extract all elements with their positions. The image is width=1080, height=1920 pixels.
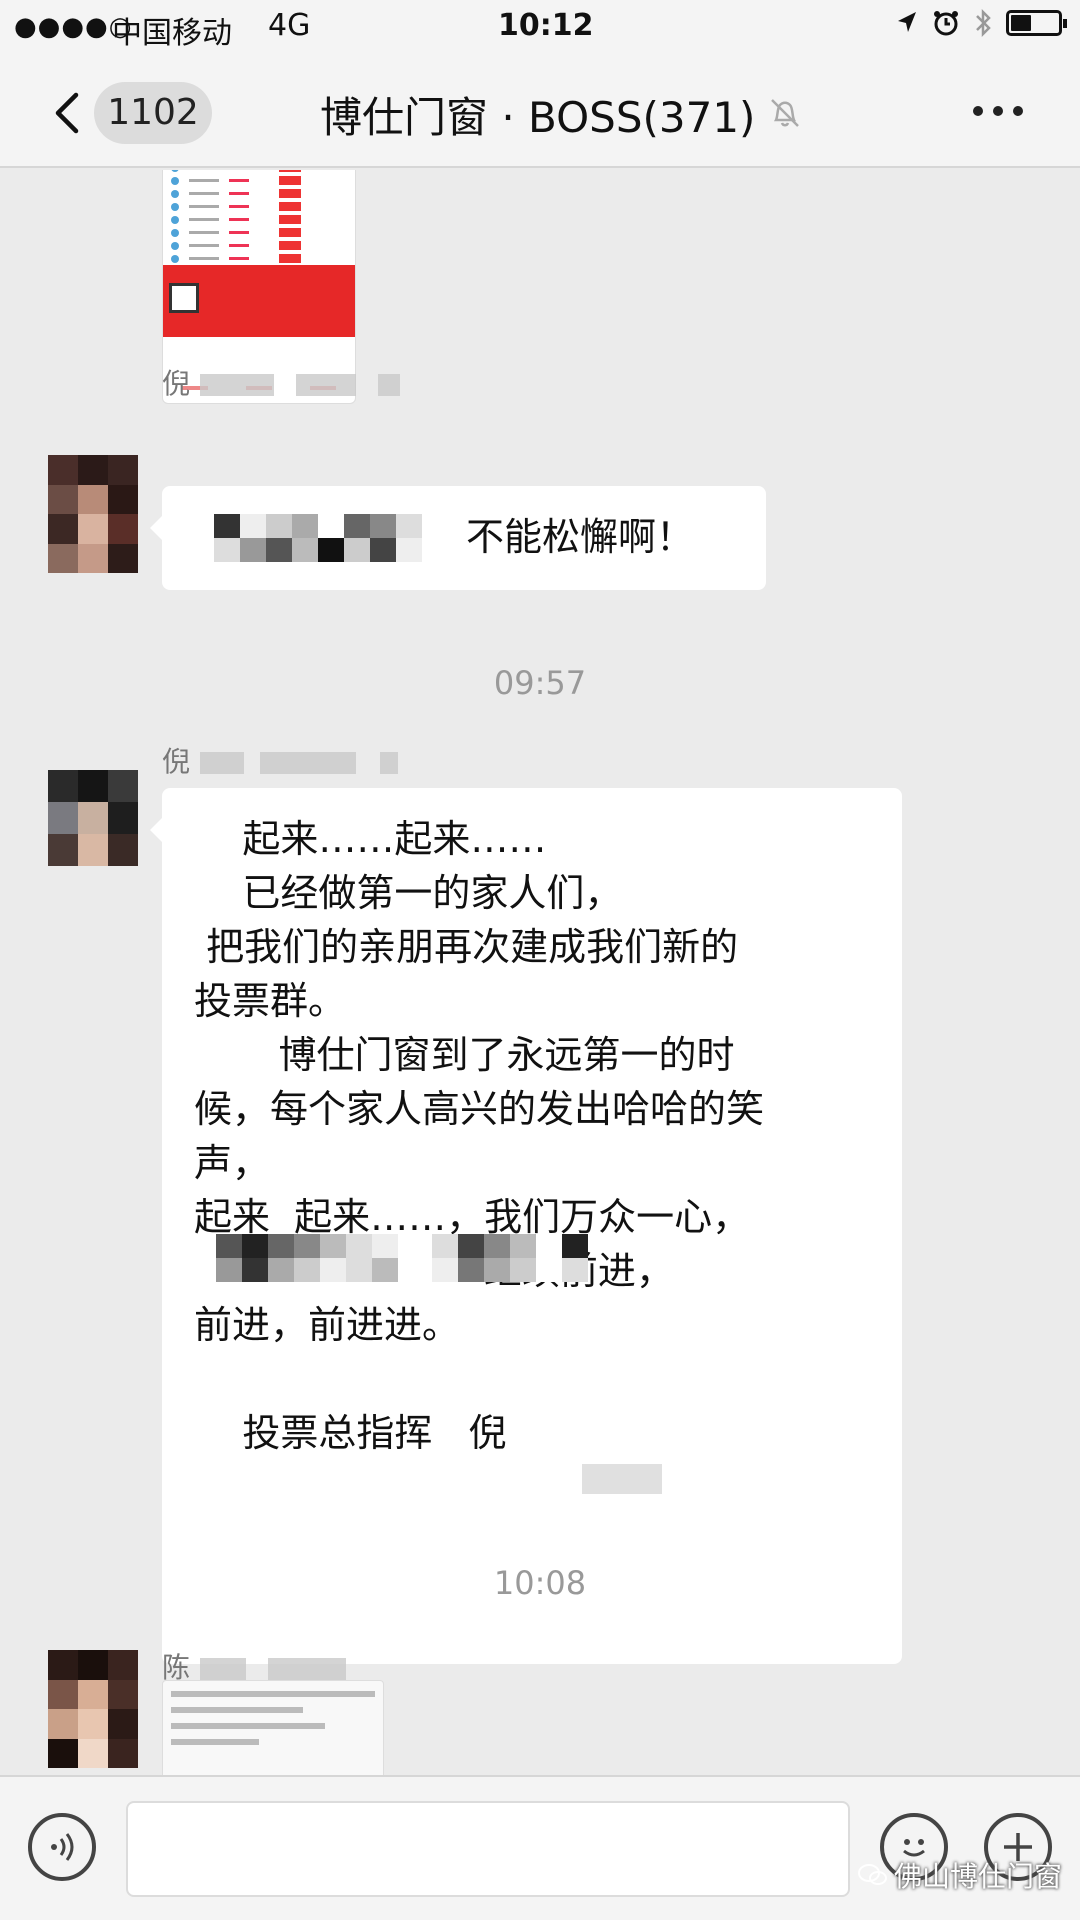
message-text: 不能松懈啊！ bbox=[466, 515, 695, 559]
watermark-text: 佛山博仕门窗 bbox=[893, 1860, 1062, 1893]
image-content bbox=[163, 170, 355, 265]
voice-icon bbox=[51, 1833, 74, 1861]
message-line: 投票总指挥 倪 bbox=[194, 1411, 507, 1455]
message-timestamp: 09:57 bbox=[493, 664, 587, 702]
message-timestamp: 10:08 bbox=[493, 1564, 587, 1602]
sender-avatar[interactable] bbox=[48, 770, 138, 866]
message-bubble[interactable]: 起来……起来…… 已经做第一的家人们， 把我们的亲朋再次建成我们新的 投票群。 … bbox=[150, 788, 902, 1664]
message-list[interactable]: 倪 不能松懈啊！ 09:57 倪 起来……起来…… 已经做第一的家人们， 把我们… bbox=[0, 170, 1080, 1775]
message-input[interactable] bbox=[126, 1801, 850, 1897]
redacted-text bbox=[432, 1234, 588, 1282]
message-line: 声， bbox=[194, 1141, 271, 1185]
back-chevron-icon[interactable] bbox=[52, 92, 82, 134]
watermark: 佛山博仕门窗 bbox=[857, 1855, 1062, 1895]
input-bar: 佛山博仕门窗 bbox=[0, 1775, 1080, 1920]
sender-avatar[interactable] bbox=[48, 1650, 138, 1768]
qr-code-icon bbox=[169, 283, 199, 313]
carrier-name: 中国移动 bbox=[112, 16, 232, 51]
alarm-icon bbox=[934, 11, 958, 36]
message-line: 投票群。 bbox=[194, 979, 347, 1023]
unread-count-badge[interactable]: 1102 bbox=[94, 82, 212, 144]
redacted-text bbox=[214, 514, 422, 562]
chat-header: 1102 博仕门窗 · BOSS(371) bbox=[0, 56, 1080, 168]
message-line: 起来……起来…… bbox=[194, 817, 547, 861]
image-red-banner bbox=[163, 265, 355, 337]
message-line: 博仕门窗到了永远第一的时 bbox=[194, 1033, 735, 1077]
location-icon bbox=[898, 12, 916, 32]
mute-bell-icon bbox=[771, 99, 799, 127]
sender-name: 倪 bbox=[162, 740, 399, 780]
voice-input-button[interactable] bbox=[28, 1813, 96, 1881]
message-line: 前进，前进进。 bbox=[194, 1303, 461, 1347]
status-bar: ●●●●○ 中国移动 4G 10:12 bbox=[0, 0, 1080, 56]
redacted-name bbox=[582, 1464, 662, 1494]
shared-screenshot-message[interactable] bbox=[162, 1680, 384, 1775]
message-line: 把我们的亲朋再次建成我们新的 bbox=[194, 925, 739, 969]
wechat-logo-icon bbox=[857, 1864, 887, 1885]
message-bubble[interactable]: 不能松懈啊！ bbox=[150, 486, 766, 590]
chat-title: 博仕门窗 · BOSS(371) bbox=[320, 93, 756, 142]
sender-avatar[interactable] bbox=[48, 455, 138, 573]
network-type: 4G bbox=[268, 8, 311, 43]
status-icons bbox=[896, 8, 1067, 38]
battery-icon bbox=[1006, 10, 1067, 36]
redacted-text bbox=[216, 1234, 424, 1282]
status-time: 10:12 bbox=[498, 8, 594, 43]
sender-name: 倪 bbox=[162, 362, 401, 402]
message-line: 已经做第一的家人们， bbox=[194, 871, 623, 915]
bluetooth-icon bbox=[976, 8, 991, 38]
message-line: 候，每个家人高兴的发出哈哈的笑 bbox=[194, 1087, 765, 1131]
more-options-icon[interactable] bbox=[970, 96, 1026, 126]
